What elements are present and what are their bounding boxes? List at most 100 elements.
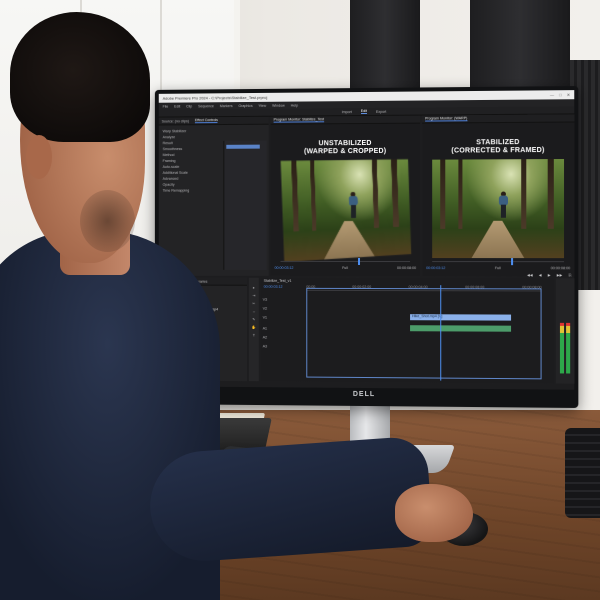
monitor-duration: 00:00:08:00 [397, 266, 417, 271]
fx-label: Method [162, 153, 175, 158]
fx-label: Smoothness [162, 147, 183, 152]
step-forward-button[interactable]: ▶▶ [557, 273, 563, 277]
track-name: V3 [262, 297, 268, 302]
fx-label: Advanced [162, 176, 179, 181]
monitor-tabs: Program Monitor: Stabilize_Test [270, 115, 421, 125]
fx-label: Opacity [162, 182, 175, 187]
program-monitor-unstabilized: Program Monitor: Stabilize_Test UNSTABIL… [270, 115, 421, 277]
fx-label: Time Remapping [162, 188, 190, 193]
menu-window[interactable]: Window [272, 103, 285, 107]
audio-meter-right [566, 322, 571, 374]
video-frame-unstabilized[interactable] [280, 159, 412, 262]
track-select-tool-icon[interactable]: ⇥ [252, 294, 255, 298]
track-name: V1 [262, 315, 268, 320]
menu-graphics[interactable]: Graphics [238, 103, 252, 107]
program-monitor-stabilized: Program Monitor: (WARP) STABILIZED (CORR… [422, 114, 575, 278]
tree [521, 159, 527, 229]
track-name: V2 [262, 306, 268, 311]
insert-button[interactable]: ⎘ [568, 273, 571, 277]
hiker-legs [351, 205, 357, 219]
minimize-button[interactable]: — [550, 92, 554, 97]
sequence-name[interactable]: Stabilize_Test_v1 [264, 279, 292, 283]
video-frame-stabilized[interactable] [432, 158, 565, 259]
fx-label: Result [162, 141, 173, 146]
mini-timeline-clip[interactable] [226, 144, 260, 149]
audio-meter-left [559, 322, 565, 374]
window-controls: — □ ✕ [550, 92, 570, 97]
maximize-button[interactable]: □ [559, 92, 561, 97]
menu-help[interactable]: Help [291, 103, 298, 107]
timeline-timecode[interactable]: 00:00:03:12 [264, 285, 283, 289]
track-header-v1[interactable]: V1 [263, 314, 305, 321]
timeline-playhead[interactable] [440, 285, 442, 381]
selection-tool-icon[interactable]: ▸ [253, 286, 255, 290]
monitor-scrubber[interactable] [432, 258, 565, 266]
tree [458, 159, 463, 229]
track-header-a1[interactable]: A1 [263, 325, 305, 332]
menu-edit[interactable]: Edit [174, 104, 180, 108]
tab-program-monitor[interactable]: Program Monitor: (WARP) [425, 116, 468, 122]
person-beard [80, 190, 135, 252]
menu-view[interactable]: View [259, 103, 267, 107]
person-hair [10, 12, 150, 142]
track-name: A1 [262, 326, 268, 331]
fx-label: Warp Stabilizer [162, 129, 187, 134]
slip-tool-icon[interactable]: ↔ [252, 310, 256, 314]
hand-tool-icon[interactable]: ✋ [252, 325, 256, 329]
menu-sequence[interactable]: Sequence [198, 104, 214, 108]
monitor-duration: 00:00:08:00 [550, 266, 571, 271]
upper-panels: Source: (no clips) Effect Controls Warp … [158, 114, 575, 278]
hiker [348, 192, 359, 219]
tab-source[interactable]: Source: (no clips) [162, 119, 189, 123]
fx-label: Analyze [162, 135, 176, 140]
type-tool-icon[interactable]: T [253, 333, 255, 337]
monitors: Program Monitor: Stabilize_Test UNSTABIL… [270, 114, 575, 278]
workspace-edit[interactable]: Edit [360, 108, 367, 115]
effect-controls-panel: Source: (no clips) Effect Controls Warp … [158, 116, 269, 276]
rewind-button[interactable]: ◀◀ [527, 273, 533, 277]
monitor-fit[interactable]: Full [495, 266, 501, 270]
monitor-scrubber[interactable] [280, 257, 411, 265]
track-header-a3[interactable]: A3 [263, 342, 305, 349]
tab-effect-controls[interactable]: Effect Controls [194, 118, 218, 124]
fx-label: Auto-scale [162, 164, 180, 169]
timeline-selection [306, 287, 542, 380]
video-clip[interactable]: Hike_Shot.mp4 [V] [410, 314, 512, 321]
tree [548, 159, 555, 229]
person-ear [26, 135, 52, 179]
pen-tool-icon[interactable]: ✎ [252, 318, 255, 322]
monitor-timecode[interactable]: 00:00:03:12 [275, 266, 294, 270]
menu-file[interactable]: File [163, 104, 169, 108]
track-name: A3 [262, 343, 268, 348]
step-back-button[interactable]: ◀ [539, 273, 542, 277]
timeline-panel: Stabilize_Test_v1 00:00:03:12 00:00 00:0… [260, 277, 554, 384]
fx-label: Additional Scale [162, 170, 188, 175]
monitor-timecode[interactable]: 00:00:03:12 [426, 266, 445, 270]
hiker [499, 191, 509, 219]
audio-clip[interactable] [410, 325, 512, 332]
transport-controls: ◀◀◀▶▶▶⎘⊞ [527, 271, 574, 278]
track-header-a2[interactable]: A2 [263, 333, 305, 340]
screen: Adobe Premiere Pro 2024 - C:\Projects\St… [158, 90, 575, 390]
track-header-v2[interactable]: V2 [263, 305, 305, 312]
stabilized-label: STABILIZED (CORRECTED & FRAMED) [451, 139, 545, 155]
monitor-fit[interactable]: Full [342, 266, 348, 270]
camera-lens [565, 428, 600, 518]
tab-program-monitor[interactable]: Program Monitor: Stabilize_Test [273, 117, 325, 123]
effect-mini-timeline[interactable] [223, 140, 267, 270]
hiker-legs [501, 204, 507, 219]
unstabilized-label: UNSTABILIZED (WARPED & CROPPED) [304, 139, 387, 156]
person-arm [146, 435, 434, 565]
workspace-import[interactable]: Import [342, 110, 352, 114]
track-header-v3[interactable]: V3 [263, 296, 305, 303]
play-button[interactable]: ▶ [548, 273, 551, 277]
tools-panel: ▸ ⇥ ✂ ↔ ✎ ✋ T [248, 277, 259, 382]
person-hand [395, 484, 473, 542]
track-name: A2 [262, 334, 268, 339]
close-button[interactable]: ✕ [567, 92, 570, 97]
lower-panels: Project Media Libraries Bin: Clips Hike_… [158, 277, 575, 384]
menu-clip[interactable]: Clip [186, 104, 192, 108]
workspace-export[interactable]: Export [376, 109, 386, 113]
menu-markers[interactable]: Markers [220, 104, 233, 108]
razor-tool-icon[interactable]: ✂ [252, 302, 255, 306]
